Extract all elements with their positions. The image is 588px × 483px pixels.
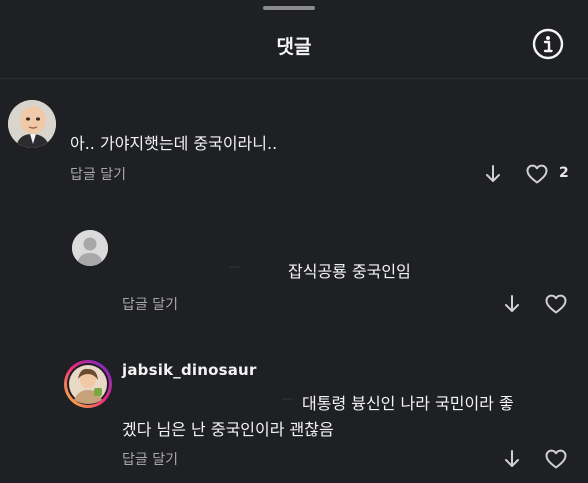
comment-text-line-2: 겠다 님은 난 중국인이라 괜찮음 [122, 420, 334, 439]
like-button[interactable] [544, 447, 568, 471]
dislike-button[interactable] [500, 447, 524, 471]
heart-outline-icon [526, 164, 548, 184]
arrow-down-icon [505, 295, 519, 312]
blurred-text [282, 398, 292, 400]
person-placeholder-icon [72, 230, 108, 266]
like-count: 2 [559, 165, 569, 181]
like-button[interactable] [525, 162, 549, 186]
reply-button[interactable]: 답글 달기 [122, 294, 178, 314]
default-avatar[interactable] [72, 230, 108, 266]
comment-text-line-1: 대통령 븅신인 나라 국민이라 좋 [302, 394, 514, 413]
header-divider [0, 78, 588, 79]
avatar[interactable] [8, 100, 56, 148]
sheet-title: 댓글 [276, 36, 312, 58]
dislike-button[interactable] [500, 292, 524, 316]
story-avatar[interactable] [64, 360, 112, 408]
profile-photo-icon [67, 363, 109, 405]
reply-button[interactable]: 답글 달기 [70, 164, 126, 184]
comment-text: 잡식공룡 중국인임 [288, 262, 411, 281]
reply-button[interactable]: 답글 달기 [122, 449, 178, 469]
info-button[interactable] [532, 28, 564, 60]
blurred-username [230, 266, 240, 268]
sheet-header: 댓글 [0, 14, 588, 78]
username[interactable]: jabsik_dinosaur [122, 361, 257, 379]
dislike-button[interactable] [481, 162, 505, 186]
heart-outline-icon [545, 294, 567, 314]
comments-sheet: 댓글 아.. 가야지햇는데 중국이라니.. 답글 달기 2 잡식공룡 중국인임 … [0, 0, 588, 483]
sheet-grab-handle[interactable] [263, 6, 315, 10]
arrow-down-icon [505, 450, 519, 467]
heart-outline-icon [545, 449, 567, 469]
comment-text: 아.. 가야지햇는데 중국이라니.. [70, 134, 278, 153]
baby-avatar-icon [8, 100, 56, 148]
like-button[interactable] [544, 292, 568, 316]
info-circle-icon [532, 28, 564, 60]
arrow-down-icon [486, 165, 500, 182]
